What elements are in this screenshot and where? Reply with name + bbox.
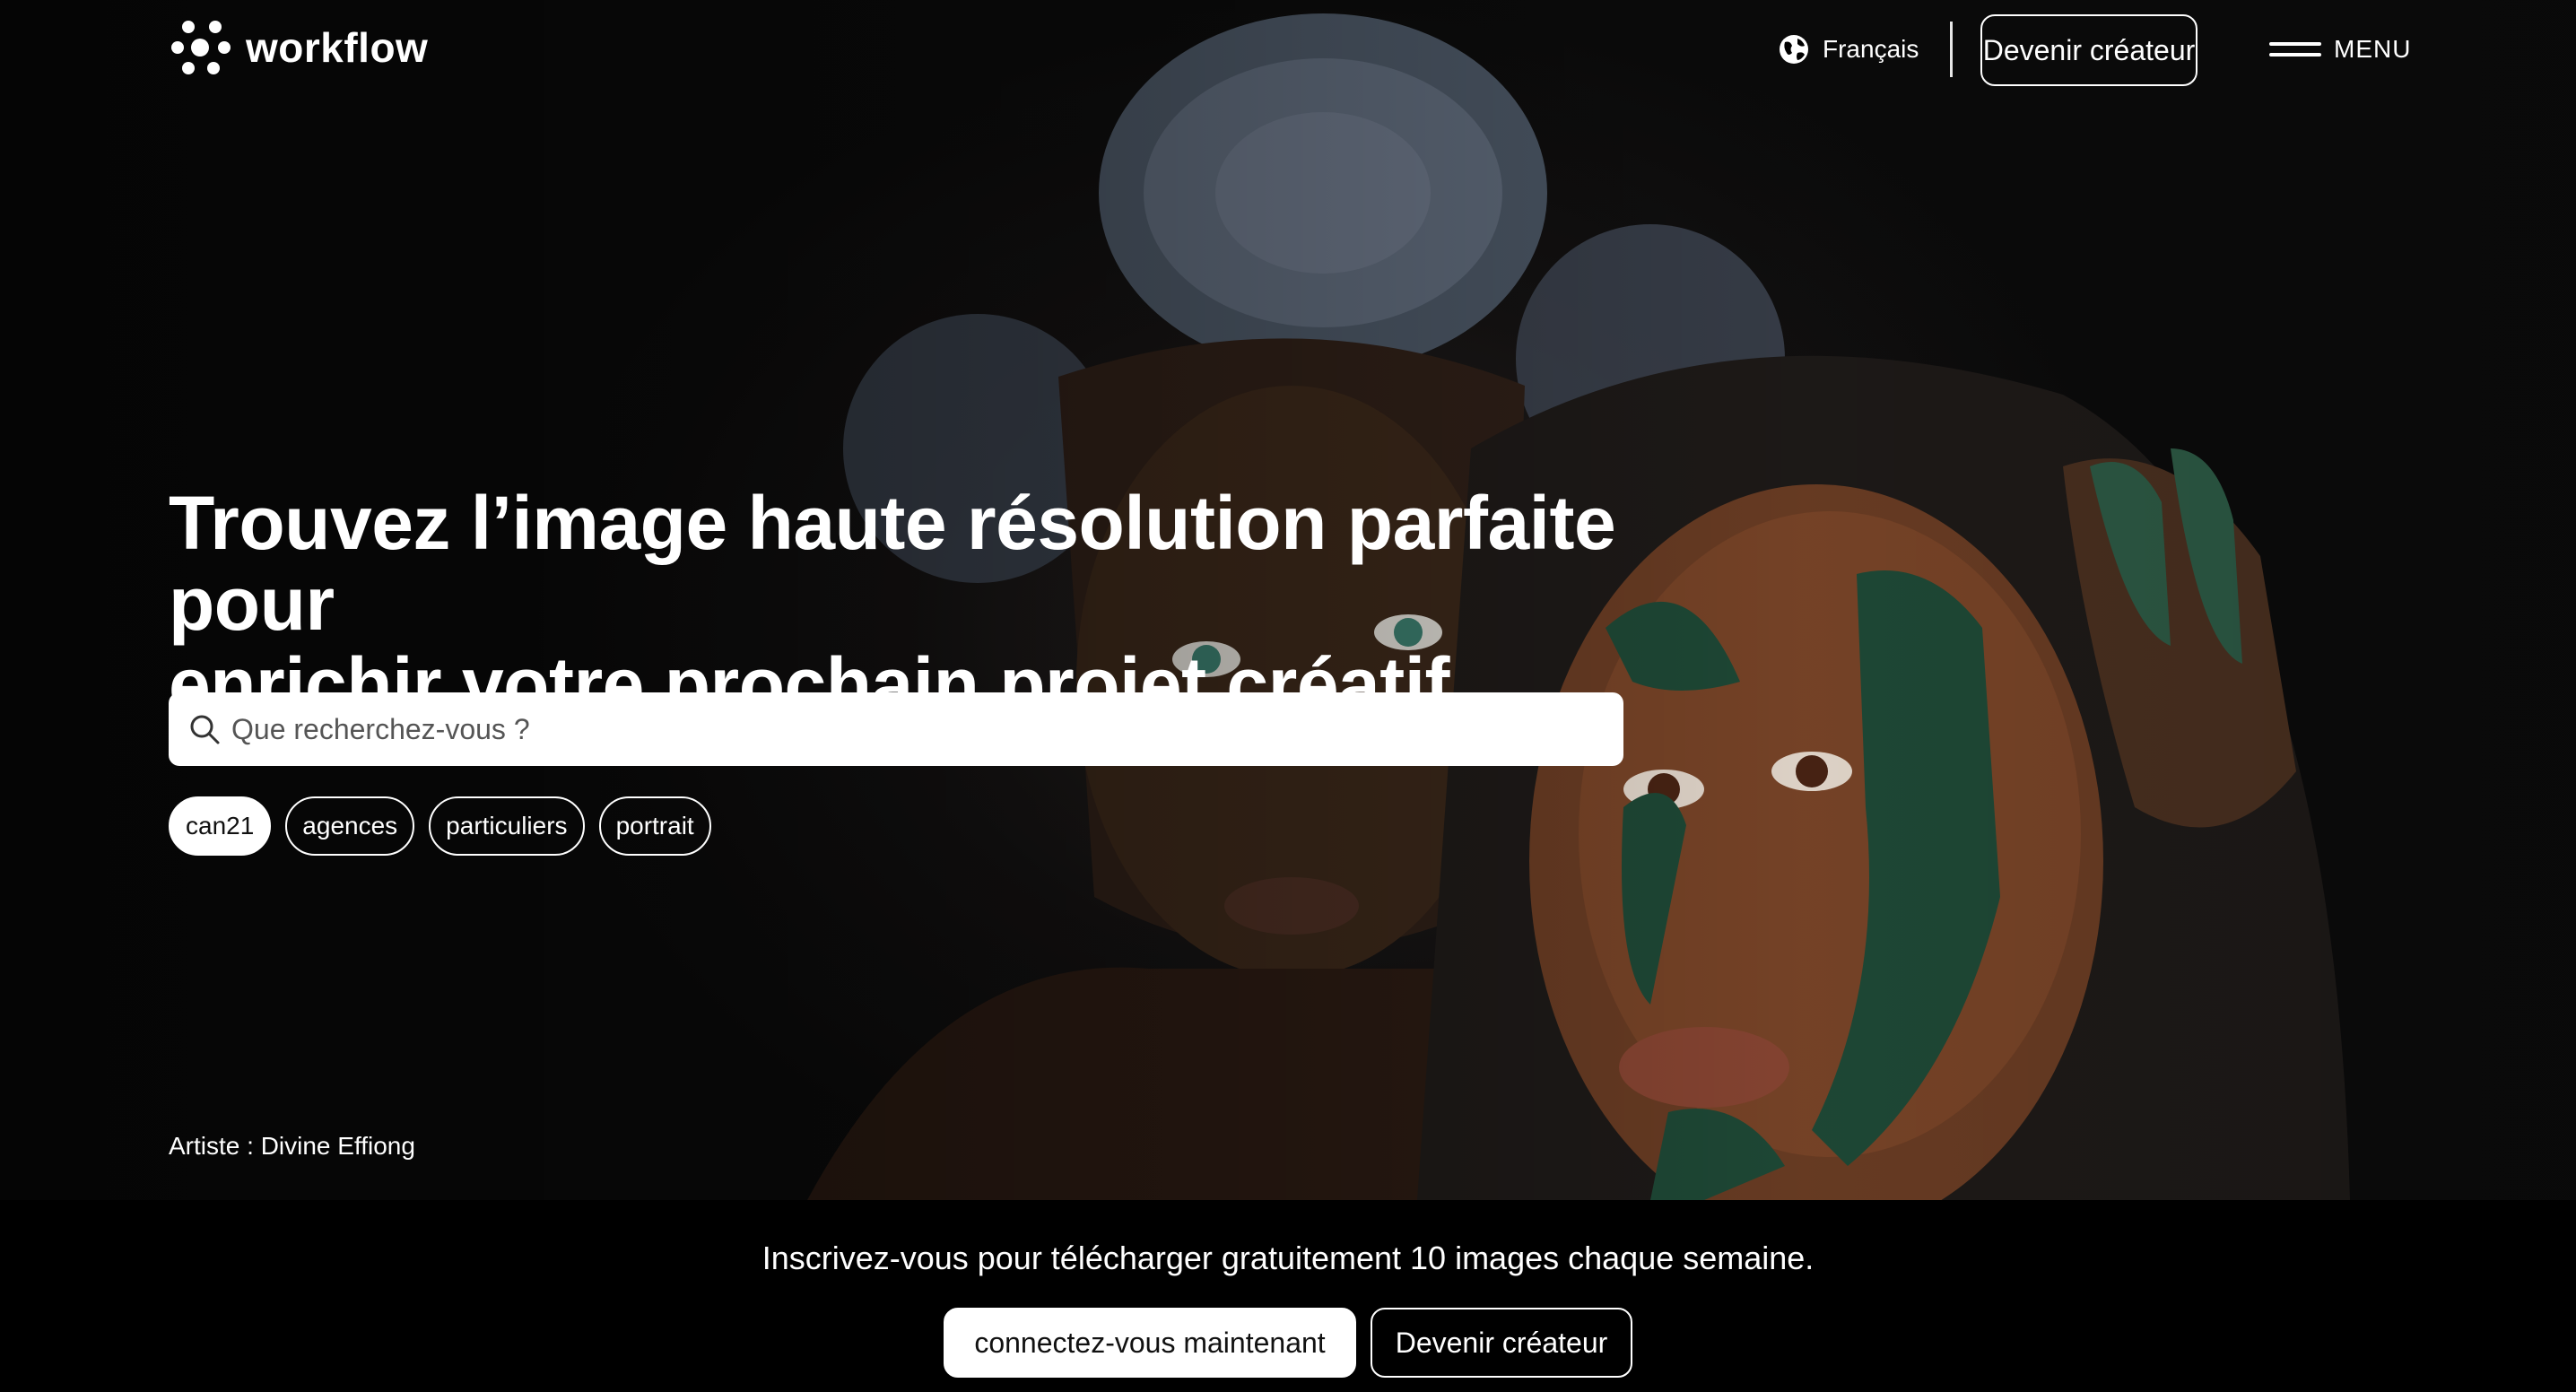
signup-banner: Inscrivez-vous pour télécharger gratuite… [0,1200,2576,1392]
brand-logo[interactable]: workflow [169,18,428,77]
tag-particuliers[interactable]: particuliers [429,796,585,856]
brand-name: workflow [246,24,429,71]
site-header: workflow Français Devenir créateur MENU [0,0,2576,99]
become-creator-banner-button[interactable]: Devenir créateur [1371,1308,1632,1378]
hero-headline: Trouvez l’image haute résolution parfait… [169,483,1783,725]
globe-icon [1780,35,1808,64]
become-creator-button[interactable]: Devenir créateur [1980,14,2197,86]
tag-agences[interactable]: agences [285,796,415,856]
workflow-logo-icon [171,21,231,74]
hero-headline-line-1: Trouvez l’image haute résolution parfait… [169,481,1616,646]
menu-toggle[interactable]: MENU [2269,30,2411,68]
suggested-tags: can21 agences particuliers portrait [169,796,726,856]
signup-message: Inscrivez-vous pour télécharger gratuite… [761,1240,1815,1276]
hamburger-icon [2269,39,2321,59]
search-input[interactable] [231,702,1623,756]
tag-portrait[interactable]: portrait [598,796,711,856]
header-divider [1950,22,1953,77]
tag-can21[interactable]: can21 [169,796,272,856]
menu-label: MENU [2334,35,2412,63]
connect-now-button[interactable]: connectez-vous maintenant [944,1308,1356,1378]
language-selector[interactable]: Français [1778,30,1919,68]
language-label: Français [1823,35,1919,63]
search-icon [190,715,220,744]
artist-credit: Artiste : Divine Effiong [169,1132,415,1160]
signup-actions: connectez-vous maintenant Devenir créate… [0,1308,2576,1378]
search-bar[interactable] [169,692,1623,766]
